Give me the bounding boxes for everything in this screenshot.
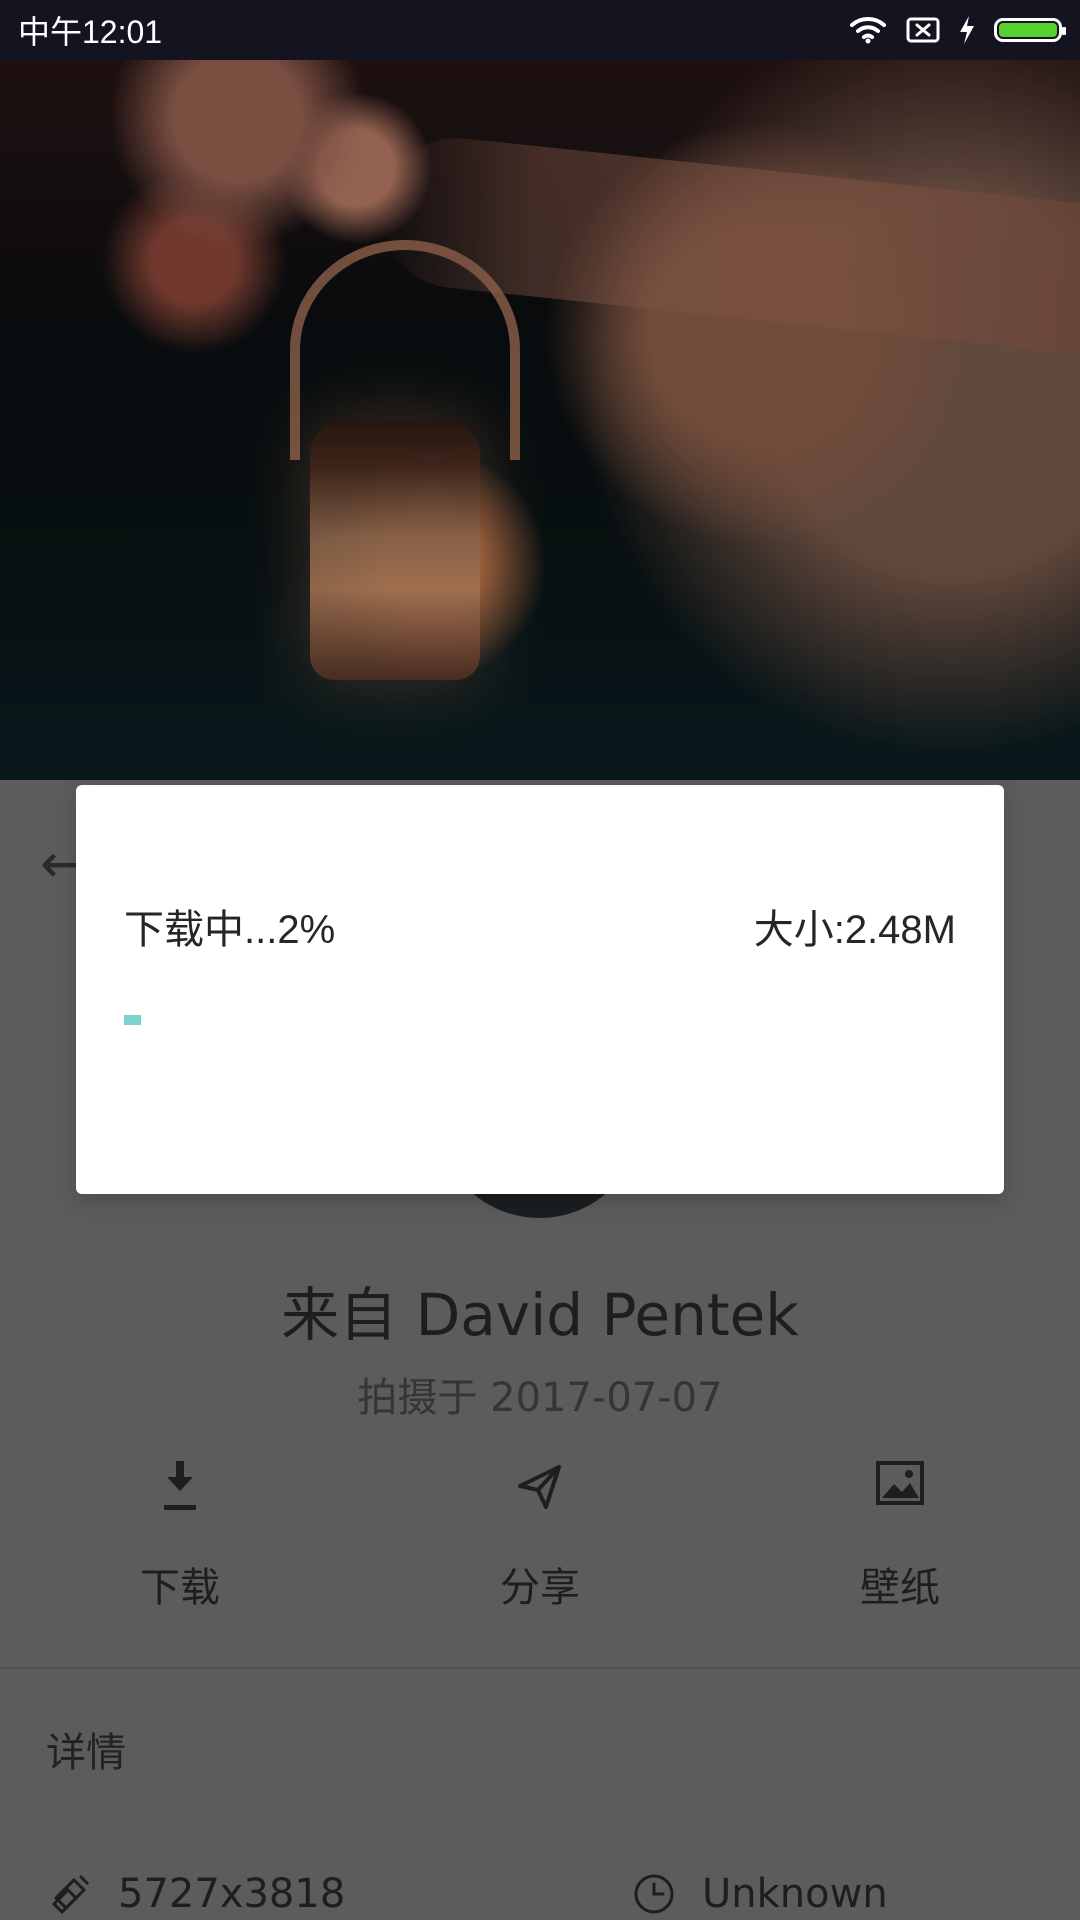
battery-icon (994, 18, 1066, 42)
signal-off-icon (906, 17, 940, 43)
download-progress-fill (124, 1015, 141, 1025)
download-progress-track (124, 1015, 956, 1025)
battery-nub (1062, 27, 1066, 35)
status-bar: 中午12:01 (0, 0, 1080, 60)
download-status: 下载中...2% (124, 908, 336, 952)
charging-icon (960, 16, 974, 44)
status-icons (848, 15, 1066, 45)
dialog-header-row: 下载中...2% 大小:2.48M (124, 897, 956, 955)
download-size: 大小:2.48M (753, 908, 956, 952)
download-dialog: 下载中...2% 大小:2.48M (76, 785, 1004, 1194)
status-time: 中午12:01 (18, 14, 163, 50)
wifi-icon (850, 17, 886, 44)
battery-level (999, 23, 1057, 37)
